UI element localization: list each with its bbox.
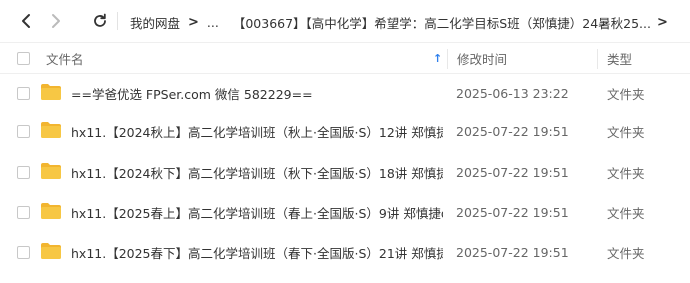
folder-icon (41, 163, 61, 179)
file-name: hx11.【2025春下】高二化学培训班（春下·全国版·S）21讲 郑慎捷... (71, 245, 443, 261)
file-name: ==学爸优选 FPSer.com 微信 582229== (71, 86, 313, 102)
row-checkbox[interactable] (17, 86, 30, 100)
file-modified: 2025-07-22 19:51 (456, 204, 569, 220)
column-type-label: 类型 (607, 51, 633, 67)
file-row[interactable]: hx11.【2025春上】高二化学培训班（春上·全国版·S）9讲 郑慎捷o 20… (0, 192, 690, 232)
sort-ascending-icon[interactable]: ↑ (433, 43, 442, 73)
column-divider (597, 49, 598, 69)
breadcrumb-more-button[interactable]: > (657, 15, 668, 30)
row-checkbox[interactable] (17, 124, 30, 138)
scrollbar[interactable] (686, 74, 690, 283)
back-button[interactable] (14, 9, 38, 33)
refresh-button[interactable] (88, 9, 112, 33)
folder-icon (41, 203, 61, 219)
breadcrumb-current: 【003667】【高中化学】希望学：高二化学目标S班（郑慎捷）24暑秋25... (232, 15, 651, 31)
file-type: 文件夹 (607, 165, 645, 181)
file-name: hx11.【2025春上】高二化学培训班（春上·全国版·S）9讲 郑慎捷o (71, 205, 443, 221)
row-checkbox[interactable] (17, 245, 30, 259)
column-name-label: 文件名 (46, 51, 84, 67)
folder-icon (41, 122, 61, 138)
column-modified[interactable]: 修改时间 (457, 43, 507, 73)
file-name: hx11.【2024秋上】高二化学培训班（秋上·全国版·S）12讲 郑慎捷o (71, 124, 443, 140)
file-type: 文件夹 (607, 86, 645, 102)
chevron-left-icon (22, 14, 30, 28)
chevron-right-icon (52, 14, 60, 28)
file-type: 文件夹 (607, 245, 645, 261)
column-name[interactable]: 文件名 (46, 43, 84, 73)
forward-button[interactable] (44, 9, 68, 33)
file-row[interactable]: hx11.【2024秋上】高二化学培训班（秋上·全国版·S）12讲 郑慎捷o 2… (0, 111, 690, 151)
refresh-icon (94, 13, 106, 27)
row-checkbox[interactable] (17, 165, 30, 179)
row-checkbox[interactable] (17, 205, 30, 219)
file-list-header: 文件名 ↑ 修改时间 类型 (0, 42, 690, 74)
file-modified: 2025-07-22 19:51 (456, 164, 569, 180)
file-modified: 2025-07-22 19:51 (456, 244, 569, 260)
breadcrumb-root[interactable]: 我的网盘 (130, 13, 180, 32)
file-modified: 2025-06-13 23:22 (456, 85, 569, 101)
folder-icon (41, 84, 61, 100)
breadcrumb: 我的网盘 > ... 【003667】【高中化学】希望学：高二化学目标S班（郑慎… (130, 12, 668, 32)
file-row[interactable]: ==学爸优选 FPSer.com 微信 582229== 2025-06-13 … (0, 73, 690, 113)
nav-divider (117, 12, 118, 30)
select-all-checkbox[interactable] (17, 51, 30, 65)
file-row[interactable]: hx11.【2025春下】高二化学培训班（春下·全国版·S）21讲 郑慎捷...… (0, 232, 690, 272)
navigation-bar: 我的网盘 > ... 【003667】【高中化学】希望学：高二化学目标S班（郑慎… (0, 0, 690, 42)
breadcrumb-separator: > (188, 14, 199, 30)
column-modified-label: 修改时间 (457, 51, 508, 67)
file-modified: 2025-07-22 19:51 (456, 123, 569, 139)
file-type: 文件夹 (607, 124, 645, 140)
file-name: hx11.【2024秋下】高二化学培训班（秋下·全国版·S）18讲 郑慎捷o (71, 165, 443, 181)
file-row[interactable]: hx11.【2024秋下】高二化学培训班（秋下·全国版·S）18讲 郑慎捷o 2… (0, 152, 690, 192)
column-type[interactable]: 类型 (607, 43, 632, 73)
breadcrumb-ellipsis[interactable]: ... (207, 15, 219, 30)
file-type: 文件夹 (607, 205, 645, 221)
column-divider (447, 49, 448, 69)
folder-icon (41, 243, 61, 259)
